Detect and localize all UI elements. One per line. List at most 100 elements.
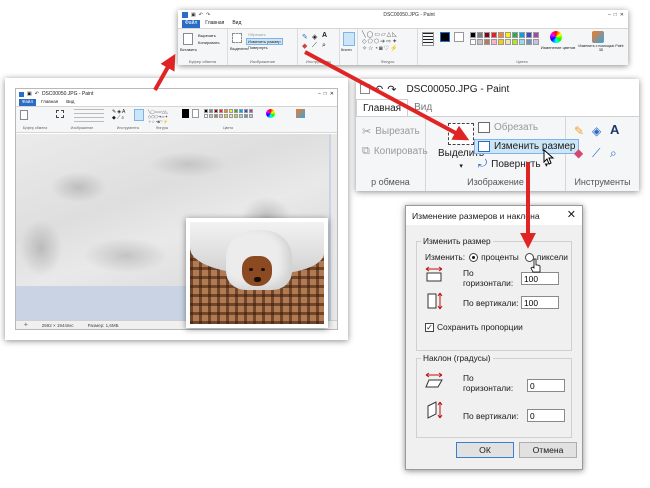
shapes-gallery[interactable]: ╲◯▭▱△◺ ◇⬠⬡➔⇨✦ ✧☆◔◙♡⚡ (362, 32, 399, 53)
skew-horizontal-input[interactable] (527, 379, 565, 392)
palette-swatch[interactable] (477, 39, 483, 45)
skew-vertical-input[interactable] (527, 409, 565, 422)
magnifier-icon[interactable]: ⌕ (610, 147, 617, 159)
palette-swatch[interactable] (244, 114, 248, 118)
paste-icon[interactable] (20, 110, 28, 120)
palette-swatch[interactable] (214, 109, 218, 113)
palette-swatch[interactable] (491, 32, 497, 38)
paint3d-icon[interactable] (296, 109, 305, 118)
brushes-icon[interactable] (134, 109, 144, 121)
palette-swatch[interactable] (498, 39, 504, 45)
resize-button[interactable]: Изменить размер (474, 139, 580, 154)
palette-swatch[interactable] (505, 32, 511, 38)
palette-swatch[interactable] (470, 32, 476, 38)
percent-label[interactable]: проценты (481, 252, 519, 262)
palette-swatch[interactable] (526, 32, 532, 38)
magnifier-icon[interactable]: ⌕ (322, 42, 326, 50)
color1-swatch[interactable] (440, 32, 450, 42)
color-palette[interactable] (470, 32, 539, 45)
undo-icon[interactable]: ↶ (374, 83, 383, 96)
text-icon[interactable]: A (610, 123, 619, 136)
color-picker-icon[interactable]: ⟋ (592, 147, 600, 159)
close-icon[interactable]: ✕ (567, 210, 576, 221)
save-icon[interactable]: ▣ (27, 91, 32, 97)
color2-swatch[interactable] (454, 32, 464, 42)
edit-colors-icon[interactable] (550, 31, 562, 43)
palette-swatch[interactable] (209, 114, 213, 118)
palette-swatch[interactable] (512, 39, 518, 45)
crop-label[interactable]: Обрезать (248, 32, 266, 37)
palette-swatch[interactable] (219, 109, 223, 113)
text-icon[interactable]: A (322, 32, 327, 39)
palette-swatch[interactable] (519, 39, 525, 45)
tab-home[interactable]: Главная (202, 20, 227, 28)
picker-icon[interactable]: ⟋ (312, 42, 317, 50)
tab-view[interactable]: Вид (229, 20, 244, 28)
eraser-icon[interactable]: ◆ (574, 147, 583, 159)
ok-button[interactable]: ОК (456, 442, 514, 458)
color2-swatch[interactable] (192, 109, 199, 118)
maximize-icon[interactable]: □ (614, 12, 617, 18)
cancel-button[interactable]: Отмена (519, 442, 577, 458)
palette-swatch[interactable] (219, 114, 223, 118)
palette-swatch[interactable] (224, 109, 228, 113)
redo-icon[interactable]: ↷ (387, 83, 396, 96)
cut-button[interactable]: ✂ Вырезать (362, 125, 420, 138)
keep-ratio-row[interactable]: ✓ Сохранить пропорции (425, 322, 523, 332)
minimize-icon[interactable]: – (318, 91, 321, 97)
cut-label[interactable]: Вырезать (198, 33, 216, 38)
undo-icon[interactable]: ↶ (35, 91, 39, 97)
palette-swatch[interactable] (229, 114, 233, 118)
thickness-icon[interactable] (422, 32, 434, 46)
keep-ratio-checkbox[interactable]: ✓ (425, 322, 434, 332)
paint3d-icon[interactable] (592, 31, 604, 43)
select-icon[interactable] (232, 33, 242, 43)
palette-swatch[interactable] (234, 114, 238, 118)
resize-vertical-input[interactable] (521, 296, 559, 309)
palette-swatch[interactable] (498, 32, 504, 38)
palette-swatch[interactable] (204, 114, 208, 118)
tab-home[interactable]: Главная (356, 99, 409, 117)
palette-swatch[interactable] (484, 32, 490, 38)
close-icon[interactable]: ✕ (620, 12, 628, 18)
vertical-scrollbar[interactable] (331, 134, 337, 320)
palette-swatch[interactable] (249, 109, 253, 113)
palette-swatch[interactable] (244, 109, 248, 113)
fill-icon[interactable]: ◈ (592, 125, 601, 137)
tab-view[interactable]: Вид (408, 99, 438, 117)
color-palette[interactable] (204, 109, 253, 118)
tab-file[interactable]: Файл (19, 99, 37, 106)
edit-colors-icon[interactable] (266, 109, 275, 118)
pencil-icon[interactable]: ✎ (302, 33, 308, 41)
pencil-icon[interactable]: ✎ (574, 125, 584, 137)
palette-swatch[interactable] (477, 32, 483, 38)
palette-swatch[interactable] (239, 109, 243, 113)
palette-swatch[interactable] (526, 39, 532, 45)
palette-swatch[interactable] (491, 39, 497, 45)
palette-swatch[interactable] (229, 109, 233, 113)
eraser-icon[interactable]: ◆ (302, 42, 307, 50)
rotate-button[interactable]: ⤾ Повернуть ▾ (478, 158, 548, 171)
palette-swatch[interactable] (512, 32, 518, 38)
palette-swatch[interactable] (533, 32, 539, 38)
palette-swatch[interactable] (239, 114, 243, 118)
crop-button[interactable]: Обрезать (478, 122, 538, 133)
tab-file[interactable]: Файл (182, 20, 201, 28)
color1-swatch[interactable] (182, 109, 189, 118)
resize-label[interactable]: Изменить размер (246, 38, 283, 45)
paste-icon[interactable] (183, 33, 193, 45)
close-icon[interactable]: ✕ (330, 91, 337, 97)
fill-icon[interactable]: ◈ (312, 33, 317, 41)
select-icon[interactable] (56, 110, 64, 118)
tab-home[interactable]: Главная (38, 99, 61, 106)
palette-swatch[interactable] (234, 109, 238, 113)
minimize-icon[interactable]: – (608, 12, 611, 18)
copy-button[interactable]: ⧉ Копировать (362, 145, 428, 158)
palette-swatch[interactable] (214, 114, 218, 118)
tools-icons[interactable]: ✎◈A ◆⟋⌕ (112, 109, 130, 121)
palette-swatch[interactable] (224, 114, 228, 118)
percent-radio[interactable] (469, 252, 479, 262)
keep-ratio-label[interactable]: Сохранить пропорции (437, 322, 523, 332)
shapes-gallery[interactable]: ╲◯▭▱△◺ ◇⬠⬡➔⇨✦ ✧☆◔◙♡⚡ (148, 109, 178, 124)
palette-swatch[interactable] (505, 39, 511, 45)
